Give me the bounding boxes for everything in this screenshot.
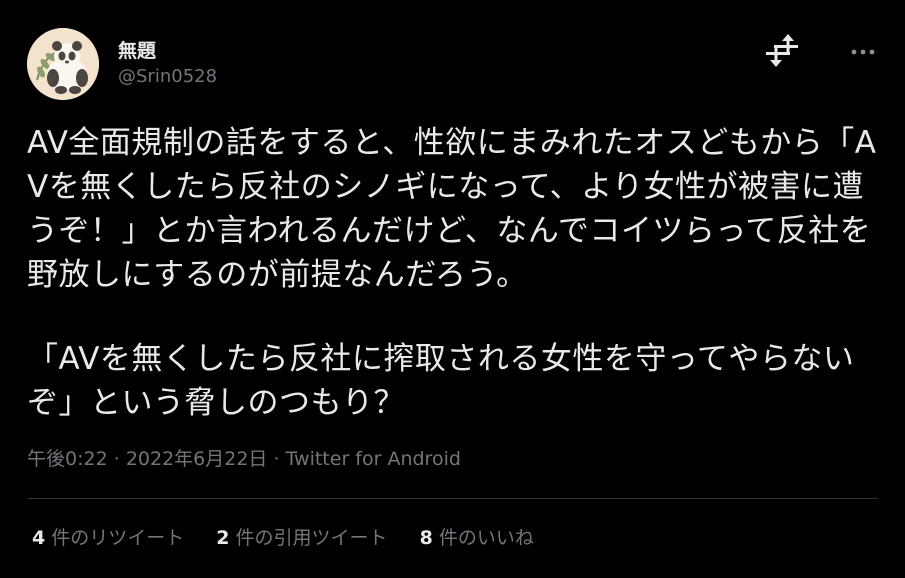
tweet-source[interactable]: Twitter for Android <box>286 448 461 470</box>
tweet-time[interactable]: 午後0:22 <box>27 448 108 470</box>
meta-separator: · <box>273 448 280 470</box>
more-icon[interactable] <box>848 44 878 58</box>
retweet-icon[interactable] <box>760 30 804 70</box>
tweet-date[interactable]: 2022年6月22日 <box>126 448 268 470</box>
tweet-paragraph: 「AVを無くしたら反社に搾取される女性を守ってやらないぞ」という脅しのつもり？ <box>27 341 855 421</box>
divider <box>27 498 878 499</box>
tweet-stats: 4 件のリツイート 2 件の引用ツイート 8 件のいいね <box>32 523 560 550</box>
tweet-detail: 無題 @Srin0528 AV全面規制の話をすると、性欲にまみれたオスどもから「… <box>0 0 905 578</box>
quote-label: 件の引用ツイート <box>235 527 388 549</box>
retweet-label: 件のリツイート <box>51 527 185 549</box>
panda-avatar-icon <box>27 28 99 100</box>
like-count-link[interactable]: 8 件のいいね <box>420 523 534 550</box>
tweet-metadata: 午後0:22 · 2022年6月22日 · Twitter for Androi… <box>27 444 461 471</box>
tweet-paragraph: AV全面規制の話をすると、性欲にまみれたオスどもから「AVを無くしたら反社のシノ… <box>27 125 877 293</box>
avatar[interactable] <box>27 28 99 100</box>
like-label: 件のいいね <box>438 527 534 549</box>
display-name[interactable]: 無題 <box>118 36 156 63</box>
retweet-count-link[interactable]: 4 件のリツイート <box>32 523 184 550</box>
meta-separator: · <box>113 448 120 470</box>
tweet-text: AV全面規制の話をすると、性欲にまみれたオスどもから「AVを無くしたら反社のシノ… <box>27 121 877 425</box>
quote-count: 2 <box>216 527 230 549</box>
like-count: 8 <box>419 527 433 549</box>
retweet-count: 4 <box>32 527 46 549</box>
quote-count-link[interactable]: 2 件の引用ツイート <box>216 523 387 550</box>
user-handle[interactable]: @Srin0528 <box>118 66 217 87</box>
